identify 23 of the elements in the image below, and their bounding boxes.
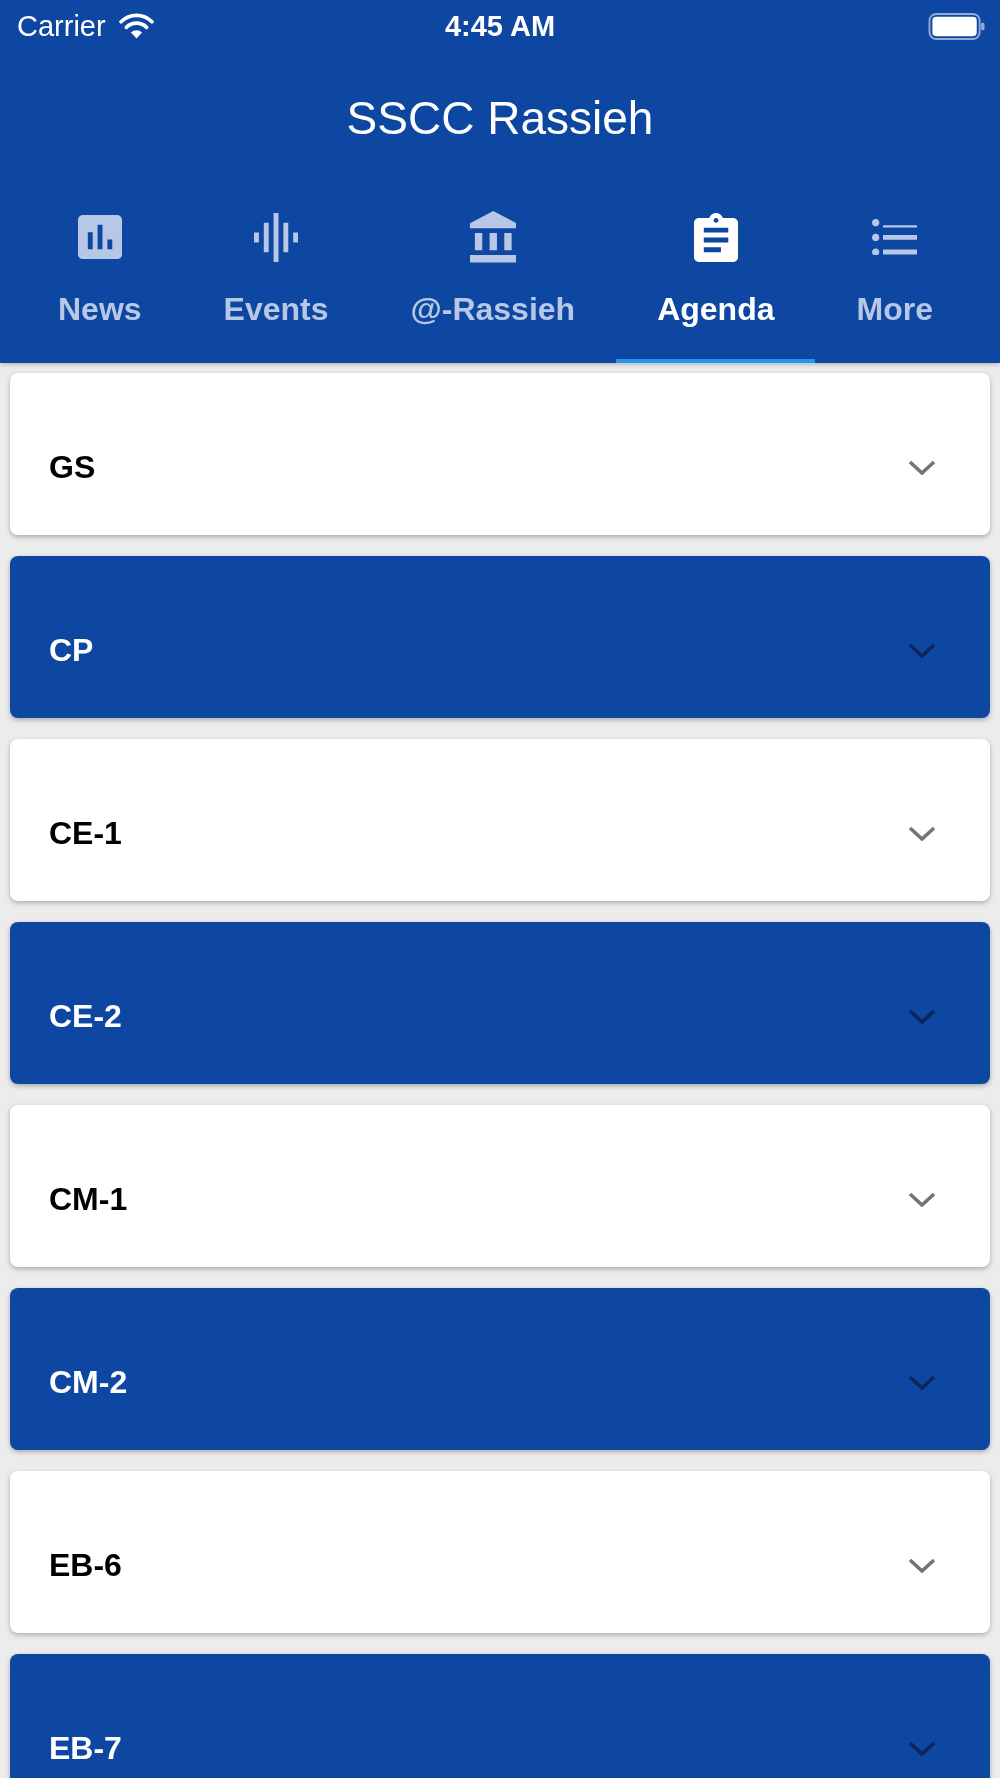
status-time: 4:45 AM xyxy=(444,9,556,44)
accordion-card[interactable]: CM-1 xyxy=(10,1105,990,1267)
accordion-card[interactable]: GS xyxy=(10,373,990,535)
accordion-card[interactable]: CM-2 xyxy=(10,1288,990,1450)
tab[interactable]: More xyxy=(815,184,974,363)
app-title: SSCC Rassieh xyxy=(346,91,654,145)
accordion-card[interactable]: CE-2 xyxy=(10,922,990,1084)
accordion-card[interactable]: EB-6 xyxy=(10,1471,990,1633)
battery-icon xyxy=(928,12,985,40)
bar-chart-icon xyxy=(77,214,122,260)
tab[interactable]: Agenda xyxy=(616,184,816,363)
carrier-name: Carrier xyxy=(17,9,106,44)
accordion-card[interactable]: EB-7 xyxy=(10,1654,990,1778)
tab[interactable]: Events xyxy=(182,184,370,363)
accordion-card[interactable]: CP xyxy=(10,556,990,718)
sound-wave-icon xyxy=(254,212,299,262)
tab[interactable]: News xyxy=(17,184,183,363)
tab[interactable]: @-Rassieh xyxy=(369,184,617,363)
accordion-card[interactable]: CE-1 xyxy=(10,739,990,901)
bank-building-icon xyxy=(469,211,517,263)
clipboard-icon xyxy=(693,212,738,262)
list-icon xyxy=(872,218,918,256)
wifi-icon xyxy=(118,13,154,39)
